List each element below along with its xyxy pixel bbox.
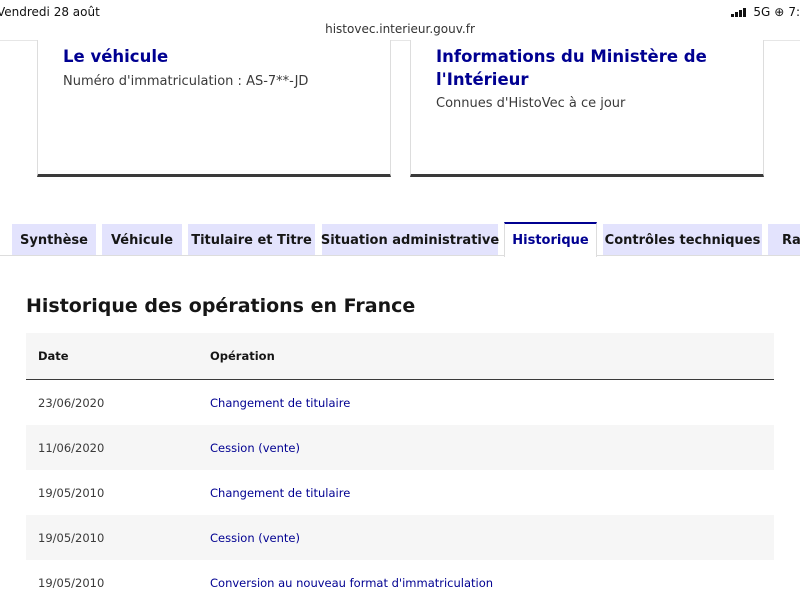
table-row: 11/06/2020 Cession (vente) (26, 425, 774, 470)
row-date: 11/06/2020 (38, 441, 105, 455)
header-operation: Opération (210, 349, 275, 363)
table-row: 19/05/2010 Changement de titulaire (26, 470, 774, 515)
vehicle-card[interactable]: Le véhicule Numéro d'immatriculation : A… (37, 40, 391, 177)
tab-synthese[interactable]: Synthèse (12, 224, 96, 256)
row-date: 19/05/2010 (38, 486, 105, 500)
table-row: 19/05/2010 Conversion au nouveau format … (26, 560, 774, 605)
registration-number: Numéro d'immatriculation : AS-7**-JD (63, 74, 309, 89)
table-row: 19/05/2010 Cession (vente) (26, 515, 774, 560)
tab-titulaire-titre[interactable]: Titulaire et Titre (188, 224, 315, 256)
signal-icon (731, 7, 747, 17)
section-title: Historique des opérations en France (26, 295, 416, 317)
tab-vehicule[interactable]: Véhicule (102, 224, 182, 256)
tab-bar: Synthèse Véhicule Titulaire et Titre Sit… (0, 222, 800, 257)
row-date: 23/06/2020 (38, 396, 105, 410)
table-row: 23/06/2020 Changement de titulaire (26, 380, 774, 425)
rotation-lock-icon: ⊕ (774, 5, 785, 19)
table-header: Date Opération (26, 333, 774, 380)
tab-historique[interactable]: Historique (504, 222, 597, 257)
tab-situation-administrative[interactable]: Situation administrative (321, 224, 499, 256)
status-bar: Vendredi 28 août 5G ⊕ 7: (0, 0, 800, 22)
tab-rapport[interactable]: Rap (768, 224, 800, 256)
address-bar-url[interactable]: histovec.interieur.gouv.fr (0, 22, 800, 36)
row-operation[interactable]: Changement de titulaire (210, 486, 350, 500)
ministry-info-card[interactable]: Informations du Ministère de l'Intérieur… (410, 40, 764, 177)
ministry-card-title: Informations du Ministère de l'Intérieur (436, 47, 707, 89)
ministry-card-description: Connues d'HistoVec à ce jour (436, 96, 626, 111)
row-operation[interactable]: Changement de titulaire (210, 396, 350, 410)
operations-table: Date Opération 23/06/2020 Changement de … (26, 333, 774, 605)
vehicle-card-title: Le véhicule (63, 47, 169, 66)
status-date: Vendredi 28 août (0, 5, 100, 19)
tab-controles-techniques[interactable]: Contrôles techniques (603, 224, 762, 256)
row-operation[interactable]: Conversion au nouveau format d'immatricu… (210, 576, 493, 590)
header-date: Date (38, 349, 69, 363)
row-operation[interactable]: Cession (vente) (210, 531, 300, 545)
status-clock: 7: (788, 5, 800, 19)
row-date: 19/05/2010 (38, 576, 105, 590)
status-indicators: 5G ⊕ 7: (731, 5, 800, 19)
row-date: 19/05/2010 (38, 531, 105, 545)
network-label: 5G (753, 5, 771, 19)
row-operation[interactable]: Cession (vente) (210, 441, 300, 455)
